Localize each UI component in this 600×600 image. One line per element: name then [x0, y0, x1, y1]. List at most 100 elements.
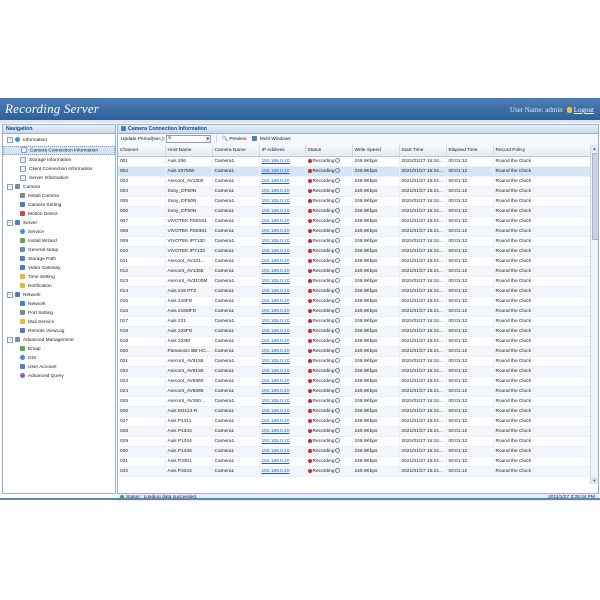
table-row[interactable]: 024 Arecont_AV8365 Camera1 192.168.0.10 Reco… [118, 386, 590, 397]
table-row[interactable]: 008 VIVOTEK FD8361 Camera1 192.168.0.10 Reco… [118, 226, 590, 237]
table-row[interactable]: 030 Axis P1346 Camera1 192.168.0.10 Recordin… [118, 446, 590, 457]
table-row[interactable]: 012 Arecont_AV1355 Camera1 192.168.0.10 Reco… [118, 266, 590, 277]
table-cell-ip-address[interactable]: 192.168.0.10 [259, 356, 306, 367]
nav-item-storage-path[interactable]: Storage Path [3, 255, 115, 264]
magnifier-icon[interactable] [335, 338, 341, 344]
ip-address-link[interactable]: 192.168.0.10 [262, 449, 290, 454]
ip-address-link[interactable]: 192.168.0.10 [262, 419, 290, 424]
nav-group-information[interactable]: − Information [3, 136, 115, 145]
table-cell-ip-address[interactable]: 192.168.0.10 [259, 156, 306, 167]
table-row[interactable]: 001 Axis 206 Camera1 192.168.0.10 Recording 2… [118, 156, 590, 167]
table-cell-ip-address[interactable]: 192.168.0.10 [259, 466, 306, 477]
table-cell-ip-address[interactable]: 192.168.0.10 [259, 446, 306, 457]
table-row[interactable]: 021 Arecont_AV5155 Camera1 192.168.0.10 Reco… [118, 356, 590, 367]
table-row[interactable]: 004 Sony_DF50N Camera1 192.168.0.10 Recordin… [118, 186, 590, 197]
table-row[interactable]: 019 Axis 223M Camera1 192.168.0.10 Recording… [118, 336, 590, 347]
table-row[interactable]: 017 Axis 221 Camera1 192.168.0.10 Recording 2… [118, 316, 590, 327]
magnifier-icon[interactable] [335, 218, 341, 224]
magnifier-icon[interactable] [335, 438, 341, 444]
nav-item-emap[interactable]: Emap [3, 345, 115, 354]
table-row[interactable]: 003 Arecont_AV1300 Camera1 192.168.0.10 Reco… [118, 176, 590, 187]
logout-icon[interactable] [566, 107, 572, 113]
table-cell-ip-address[interactable]: 192.168.0.10 [259, 226, 306, 237]
table-row[interactable]: 026 Axis M3113-R Camera1 192.168.0.10 Record… [118, 406, 590, 417]
table-row[interactable]: 015 Axis 216FD Camera1 192.168.0.10 Recordin… [118, 296, 590, 307]
vertical-scrollbar[interactable]: ▲ ▼ [590, 145, 599, 484]
table-cell-ip-address[interactable]: 192.168.0.10 [259, 276, 306, 287]
table-cell-ip-address[interactable]: 192.168.0.10 [259, 266, 306, 277]
table-cell-ip-address[interactable]: 192.168.0.10 [259, 396, 306, 407]
chevron-down-icon[interactable]: ▼ [205, 135, 211, 142]
magnifier-icon[interactable] [335, 278, 341, 284]
table-cell-ip-address[interactable]: 192.168.0.10 [259, 246, 306, 257]
ip-address-link[interactable]: 192.168.0.10 [262, 309, 290, 314]
nav-item-client-connection-information[interactable]: Client Connection Information [3, 165, 115, 174]
magnifier-icon[interactable] [335, 198, 341, 204]
nav-item-general-setup[interactable]: General setup [3, 246, 115, 255]
nav-item-gis[interactable]: GIS [3, 354, 115, 363]
ip-address-link[interactable]: 192.168.0.10 [262, 299, 290, 304]
ip-address-link[interactable]: 192.168.0.10 [262, 249, 290, 254]
magnifier-icon[interactable] [335, 418, 341, 424]
column-header-ip-address[interactable]: IP Address [259, 145, 306, 157]
table-cell-ip-address[interactable]: 192.168.0.10 [259, 176, 306, 187]
table-cell-ip-address[interactable]: 192.168.0.10 [259, 416, 306, 427]
table-row[interactable]: 031 Axis P3301 Camera1 192.168.0.10 Recordin… [118, 456, 590, 467]
table-cell-ip-address[interactable]: 192.168.0.10 [259, 256, 306, 267]
magnifier-icon[interactable] [335, 168, 341, 174]
table-cell-ip-address[interactable]: 192.168.0.10 [259, 286, 306, 297]
ip-address-link[interactable]: 192.168.0.10 [262, 439, 290, 444]
column-header-camera-name[interactable]: Camera Name [212, 145, 260, 157]
nav-group-server[interactable]: − Server [3, 219, 115, 228]
ip-address-link[interactable]: 192.168.0.10 [262, 269, 290, 274]
ip-address-link[interactable]: 192.168.0.10 [262, 369, 290, 374]
column-header-record-policy[interactable]: Record Policy [493, 145, 590, 157]
table-cell-ip-address[interactable]: 192.168.0.10 [259, 336, 306, 347]
table-cell-ip-address[interactable]: 192.168.0.10 [259, 386, 306, 397]
table-cell-ip-address[interactable]: 192.168.0.10 [259, 426, 306, 437]
table-row[interactable]: 023 Arecont_AV8360 Camera1 192.168.0.10 Reco… [118, 376, 590, 387]
column-header-host-name[interactable]: Host Name [165, 145, 213, 157]
column-header-start-time[interactable]: Start Time [399, 145, 447, 157]
table-row[interactable]: 018 Axis 225FD Camera1 192.168.0.10 Recordin… [118, 326, 590, 337]
nav-item-video-gateway[interactable]: Video Gateway [3, 264, 115, 273]
nav-item-install-camera[interactable]: Install Camera [3, 192, 115, 201]
table-cell-ip-address[interactable]: 192.168.0.10 [259, 406, 306, 417]
magnifier-icon[interactable] [335, 368, 341, 374]
table-row[interactable]: 013 Arecont_AV2100M Camera1 192.168.0.10 Rec… [118, 276, 590, 287]
nav-item-network[interactable]: Network [3, 300, 115, 309]
table-cell-ip-address[interactable]: 192.168.0.10 [259, 186, 306, 197]
nav-item-notification[interactable]: Notification [3, 282, 115, 291]
column-header-channel[interactable]: Channel [118, 145, 166, 157]
nav-group-advanced-management[interactable]: − Advanced Management [3, 336, 115, 345]
ip-address-link[interactable]: 192.168.0.10 [262, 349, 290, 354]
ip-address-link[interactable]: 192.168.0.10 [262, 199, 290, 204]
ip-address-link[interactable]: 192.168.0.10 [262, 429, 290, 434]
magnifier-icon[interactable] [335, 458, 341, 464]
magnifier-icon[interactable] [335, 408, 341, 414]
ip-address-link[interactable]: 192.168.0.10 [262, 159, 290, 164]
nav-group-camera[interactable]: − Camera [3, 183, 115, 192]
magnifier-icon[interactable] [335, 398, 341, 404]
nav-item-advanced-query[interactable]: Advanced Query [3, 372, 115, 381]
magnifier-icon[interactable] [335, 448, 341, 454]
nav-item-user-account[interactable]: User Account [3, 363, 115, 372]
multi-windows-button[interactable]: Multi Windows [251, 134, 291, 145]
ip-address-link[interactable]: 192.168.0.10 [262, 459, 290, 464]
collapse-toggle-icon[interactable]: − [7, 291, 13, 298]
table-row[interactable]: 029 Axis P1344 Camera1 192.168.0.10 Recordin… [118, 436, 590, 447]
table-row[interactable]: 022 Arecont_AV8180 Camera1 192.168.0.10 Reco… [118, 366, 590, 377]
nav-item-time-setting[interactable]: Time Setting [3, 273, 115, 282]
magnifier-icon[interactable] [335, 298, 341, 304]
table-cell-ip-address[interactable]: 192.168.0.10 [259, 216, 306, 227]
preview-button[interactable]: 🔍 Preview [222, 134, 246, 145]
table-row[interactable]: 010 VIVOTEK IP7133 Camera1 192.168.0.10 Reco… [118, 246, 590, 257]
magnifier-icon[interactable] [335, 348, 341, 354]
magnifier-icon[interactable] [335, 188, 341, 194]
table-cell-ip-address[interactable]: 192.168.0.10 [259, 316, 306, 327]
nav-item-storage-information[interactable]: Storage Information [3, 156, 115, 165]
collapse-toggle-icon[interactable]: − [7, 336, 13, 343]
ip-address-link[interactable]: 192.168.0.10 [262, 289, 290, 294]
magnifier-icon[interactable] [335, 158, 341, 164]
magnifier-icon[interactable] [335, 428, 341, 434]
